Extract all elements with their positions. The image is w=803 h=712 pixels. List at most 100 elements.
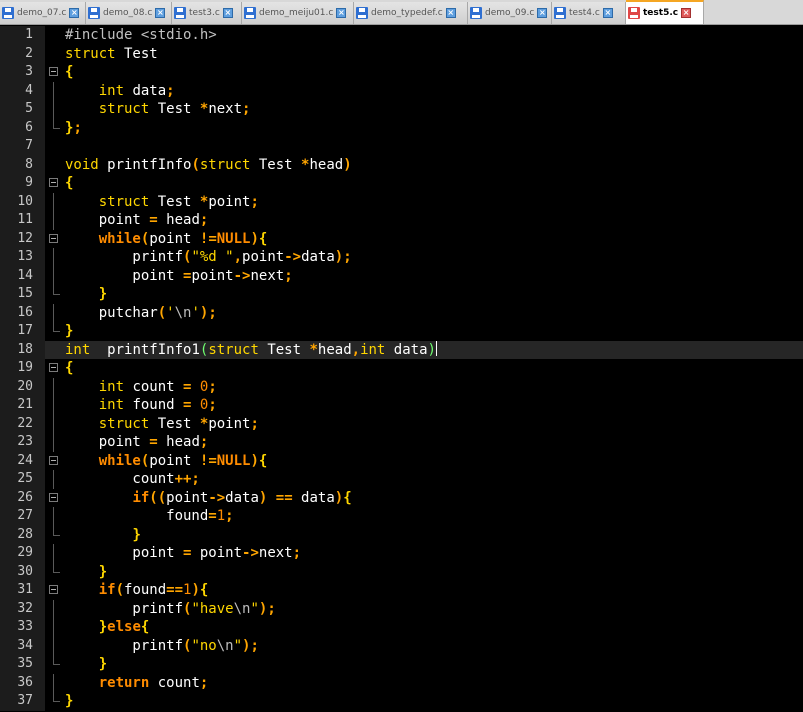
code-line[interactable]: 36 return count; bbox=[0, 673, 803, 692]
code-token: else bbox=[107, 619, 141, 635]
code-line[interactable]: 15 } bbox=[0, 285, 803, 304]
code-line[interactable]: 30 } bbox=[0, 562, 803, 581]
code-token: ); bbox=[199, 304, 217, 321]
code-line[interactable]: 31 if(found==1){ bbox=[0, 581, 803, 600]
code-line[interactable]: 14 point =point->next; bbox=[0, 266, 803, 285]
code-line[interactable]: 6}; bbox=[0, 118, 803, 137]
fold-toggle-icon[interactable] bbox=[49, 455, 58, 465]
code-line[interactable]: 23 point = head; bbox=[0, 433, 803, 452]
code-line[interactable]: 5 struct Test *next; bbox=[0, 100, 803, 119]
tab-label: demo_07.c bbox=[17, 8, 67, 18]
tab-demo-08-c[interactable]: demo_08.c × bbox=[86, 2, 172, 24]
code-token: 1 bbox=[216, 508, 226, 524]
code-line[interactable]: 16 putchar('\n'); bbox=[0, 303, 803, 322]
code-line[interactable]: 29 point = point->next; bbox=[0, 544, 803, 563]
code-line[interactable]: 19 { bbox=[0, 359, 803, 378]
close-icon[interactable]: × bbox=[445, 8, 456, 18]
code-line[interactable]: 21 int found = 0; bbox=[0, 396, 803, 415]
code-token: printf bbox=[65, 637, 184, 654]
code-line[interactable]: 25 count++; bbox=[0, 470, 803, 489]
line-number: 4 bbox=[0, 81, 45, 100]
code-token: ); bbox=[334, 249, 352, 265]
code-token: head bbox=[317, 341, 352, 358]
code-token: "%d " bbox=[191, 249, 234, 265]
code-token: ; bbox=[208, 397, 217, 413]
code-line[interactable]: 27 found=1; bbox=[0, 507, 803, 526]
line-number: 27 bbox=[0, 507, 45, 526]
fold-guide bbox=[53, 377, 54, 396]
fold-guide bbox=[53, 673, 54, 692]
tab-demo-meiju01-c[interactable]: demo_meiju01.c × bbox=[242, 2, 354, 24]
code-token: Test bbox=[149, 415, 200, 432]
close-icon[interactable]: × bbox=[537, 8, 548, 18]
code-token: next bbox=[258, 545, 293, 561]
code-text: int data; bbox=[65, 82, 175, 101]
tab-demo-07-c[interactable]: demo_07.c × bbox=[0, 2, 86, 24]
line-number: 24 bbox=[0, 451, 45, 470]
code-text: void printfInfo(struct Test *head) bbox=[65, 156, 352, 175]
code-text: while(point !=NULL){ bbox=[65, 230, 268, 249]
close-icon[interactable]: × bbox=[681, 8, 692, 18]
close-icon[interactable]: × bbox=[155, 8, 166, 18]
code-line[interactable]: 7 bbox=[0, 137, 803, 156]
fold-guide bbox=[53, 507, 54, 526]
fold-guide bbox=[53, 618, 54, 637]
close-icon[interactable]: × bbox=[69, 8, 80, 18]
code-token: ; bbox=[199, 212, 209, 228]
code-line[interactable]: 24 while(point !=NULL){ bbox=[0, 451, 803, 470]
code-line[interactable]: 37} bbox=[0, 692, 803, 711]
tab-demo-typedef-c[interactable]: demo_typedef.c × bbox=[354, 2, 468, 24]
line-number: 25 bbox=[0, 470, 45, 489]
code-token: Test bbox=[115, 45, 158, 62]
code-line[interactable]: 8 void printfInfo(struct Test *head) bbox=[0, 155, 803, 175]
code-line[interactable]: 26 if((point->data) == data){ bbox=[0, 488, 803, 507]
fold-toggle-icon[interactable] bbox=[49, 233, 58, 243]
line-number: 5 bbox=[0, 100, 45, 119]
code-line[interactable]: 32 printf("have\n"); bbox=[0, 599, 803, 618]
code-line[interactable]: 18 int printfInfo1(struct Test *head,int … bbox=[0, 340, 803, 359]
code-line[interactable]: 20 int count = 0; bbox=[0, 377, 803, 396]
tab-test4-c[interactable]: test4.c × bbox=[552, 2, 626, 24]
code-line[interactable]: 34 printf("no\n"); bbox=[0, 636, 803, 655]
tab-test3-c[interactable]: test3.c × bbox=[172, 2, 242, 24]
close-icon[interactable]: × bbox=[602, 8, 613, 18]
code-token: point bbox=[191, 267, 234, 284]
tab-demo-09-c[interactable]: demo_09.c × bbox=[468, 2, 552, 24]
fold-toggle-icon[interactable] bbox=[49, 178, 58, 187]
fold-toggle-icon[interactable] bbox=[49, 585, 58, 594]
close-icon[interactable]: × bbox=[336, 8, 347, 18]
code-line[interactable]: 28 } bbox=[0, 525, 803, 544]
code-line[interactable]: 2 struct Test bbox=[0, 44, 803, 63]
save-icon bbox=[356, 7, 368, 19]
code-line[interactable]: 9{ bbox=[0, 174, 803, 193]
code-line[interactable]: 22 struct Test *point; bbox=[0, 414, 803, 433]
close-icon[interactable]: × bbox=[222, 8, 233, 18]
code-token: next bbox=[208, 101, 243, 117]
code-line[interactable]: 4 int data; bbox=[0, 81, 803, 101]
code-line[interactable]: 11 point = head; bbox=[0, 211, 803, 230]
code-line[interactable]: 13 printf("%d ",point->data); bbox=[0, 248, 803, 267]
fold-end-marker bbox=[53, 322, 60, 332]
code-line[interactable]: 12 while(point !=NULL){ bbox=[0, 229, 803, 249]
code-line[interactable]: 35 } bbox=[0, 655, 803, 674]
code-line[interactable]: 33 }else{ bbox=[0, 618, 803, 637]
code-line[interactable]: 10 struct Test *point; bbox=[0, 192, 803, 211]
code-token: { bbox=[140, 619, 150, 635]
fold-toggle-icon[interactable] bbox=[49, 492, 58, 502]
code-line[interactable]: 17} bbox=[0, 322, 803, 341]
code-text: } bbox=[65, 655, 107, 674]
code-editor[interactable]: 1 #include <stdio.h> 2 struct Test 3{4 int d… bbox=[0, 26, 803, 712]
line-number: 32 bbox=[0, 599, 45, 618]
code-token: { bbox=[65, 360, 74, 376]
tab-test5-c[interactable]: test5.c × bbox=[626, 0, 704, 24]
code-token: ; bbox=[73, 119, 82, 136]
code-token: Test bbox=[258, 341, 310, 358]
code-line[interactable]: 1 #include <stdio.h> bbox=[0, 26, 803, 45]
code-line[interactable]: 3{ bbox=[0, 63, 803, 82]
unsaved-icon bbox=[628, 7, 640, 19]
fold-toggle-icon[interactable] bbox=[49, 363, 58, 372]
fold-toggle-icon[interactable] bbox=[49, 67, 58, 76]
